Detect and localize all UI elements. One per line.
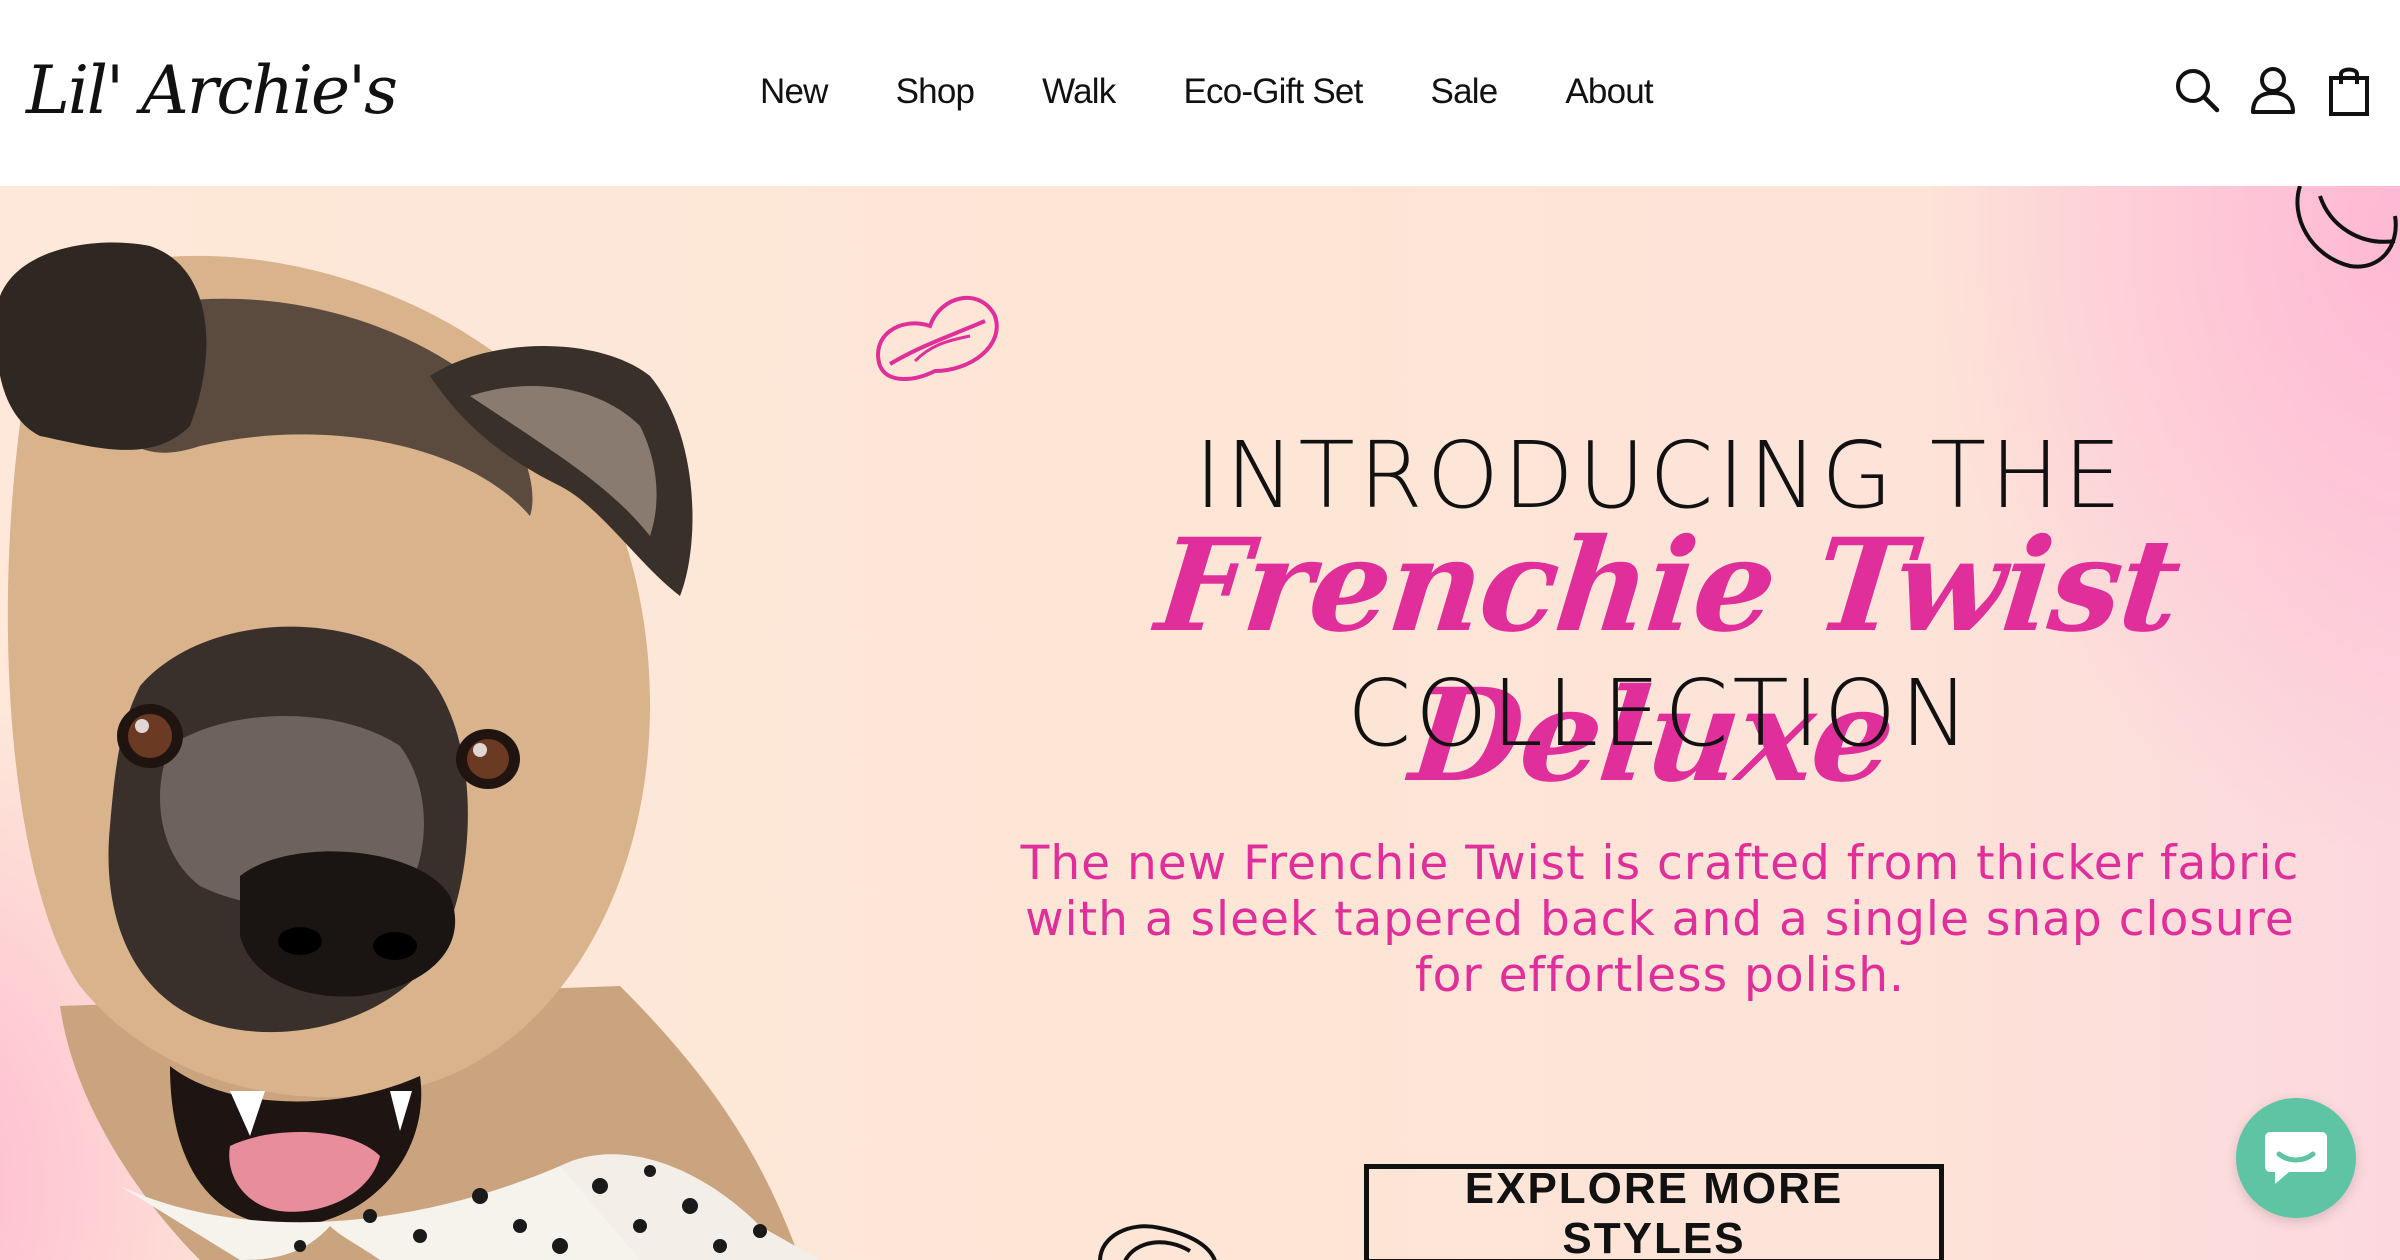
black-flower-icon (2295, 186, 2398, 269)
nav-item-walk[interactable]: Walk (1042, 72, 1116, 112)
main-nav: New Shop Walk Eco-Gift Set Sale About (760, 60, 1654, 124)
explore-more-styles-button[interactable]: EXPLORE MORE STYLES (1364, 1164, 1944, 1260)
chat-icon (2265, 1132, 2327, 1184)
pink-flower-icon (876, 296, 999, 381)
cart-icon[interactable] (2324, 62, 2374, 118)
site-header: Lil' Archie's New Shop Walk Eco-Gift Set… (0, 0, 2400, 186)
hero-title-bottom: COLLECTION (1346, 660, 1974, 767)
search-icon[interactable] (2172, 62, 2222, 118)
nav-item-about[interactable]: About (1565, 72, 1653, 112)
black-flower-icon (1098, 1224, 1217, 1260)
hero-dog-image (0, 242, 820, 1260)
logo[interactable]: Lil' Archie's (26, 46, 398, 136)
nav-item-shop[interactable]: Shop (896, 72, 975, 112)
hero-banner: INTRODUCING THE Frenchie Twist Deluxe CO… (0, 186, 2400, 1260)
nav-item-new[interactable]: New (760, 72, 828, 112)
nav-item-eco-gift-set[interactable]: Eco-Gift Set (1183, 72, 1363, 112)
hero-description: The new Frenchie Twist is crafted from t… (1020, 836, 2300, 1003)
account-icon[interactable] (2248, 62, 2298, 118)
nav-item-sale[interactable]: Sale (1431, 72, 1499, 112)
chat-button[interactable] (2236, 1098, 2356, 1218)
header-actions (2172, 62, 2374, 118)
